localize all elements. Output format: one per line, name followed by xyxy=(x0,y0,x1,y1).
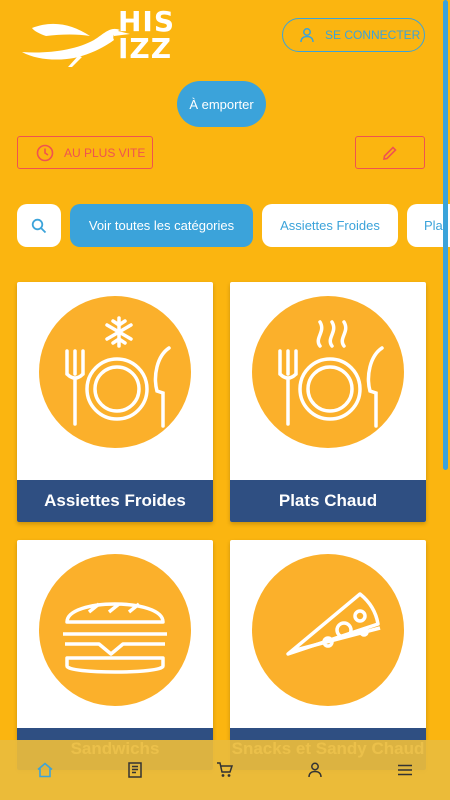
nav-account[interactable] xyxy=(295,750,335,790)
wordmark-line-1: HIS xyxy=(118,5,176,38)
hamburger-icon xyxy=(398,764,412,776)
home-icon xyxy=(37,762,53,778)
pizza-slice-icon xyxy=(252,554,404,706)
nav-cart[interactable] xyxy=(205,750,245,790)
product-card-label: Assiettes Froides xyxy=(17,480,213,522)
brand-wordmark: HIS IZZ xyxy=(118,5,176,65)
menu-book-icon xyxy=(128,762,142,778)
scrollbar[interactable] xyxy=(443,0,448,470)
product-card-plats-chaud[interactable]: Plats Chaud xyxy=(230,282,426,522)
account-icon xyxy=(308,762,322,778)
nav-menu[interactable] xyxy=(115,750,155,790)
nav-more[interactable] xyxy=(385,750,425,790)
sandwich-icon xyxy=(39,554,191,706)
chip-all-categories[interactable]: Voir toutes les catégories xyxy=(70,204,253,247)
product-card-snacks[interactable]: Snacks et Sandy Chaud xyxy=(230,540,426,770)
wordmark-line-2: IZZ xyxy=(118,32,173,65)
cold-plate-icon xyxy=(39,296,191,448)
edit-button[interactable] xyxy=(355,136,425,169)
hot-plate-icon xyxy=(252,296,404,448)
order-mode-button[interactable]: À emporter xyxy=(177,81,266,127)
user-icon xyxy=(300,28,314,43)
login-label: SE CONNECTER xyxy=(325,28,421,42)
timing-label: AU PLUS VITE xyxy=(64,145,146,160)
timing-button[interactable]: AU PLUS VITE xyxy=(17,136,153,169)
nav-home[interactable] xyxy=(25,750,65,790)
search-chip[interactable] xyxy=(17,204,61,247)
product-card-assiettes-froides[interactable]: Assiettes Froides xyxy=(17,282,213,522)
clock-icon xyxy=(36,144,54,161)
chip-assiettes-froides[interactable]: Assiettes Froides xyxy=(262,204,398,247)
bottom-navigation xyxy=(0,740,450,800)
product-card-label: Plats Chaud xyxy=(230,480,426,522)
category-chips-row: Voir toutes les catégories Assiettes Fro… xyxy=(17,204,450,247)
product-card-sandwichs[interactable]: Sandwichs xyxy=(17,540,213,770)
login-button[interactable]: SE CONNECTER xyxy=(282,18,425,52)
search-icon xyxy=(31,218,47,233)
cart-icon xyxy=(217,762,234,777)
pencil-icon xyxy=(383,145,397,160)
